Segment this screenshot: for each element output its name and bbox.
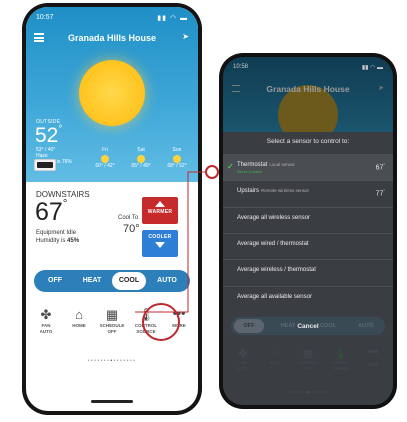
bottom-nav-dimmed: ✤ FAN AUTO ⌂ HOME ▦ SCHEDULE OFF 🌡 CONTR… <box>223 347 393 377</box>
page-indicator: ••••••••••••••• <box>287 389 329 394</box>
sensor-subtitle: Local sensor <box>269 162 295 167</box>
sensor-name: Thermostat <box>237 162 268 168</box>
home-icon: ⌂ <box>271 348 279 360</box>
nav-more: ••• MORE <box>359 347 387 369</box>
sensor-name: Upstairs <box>237 188 260 194</box>
sensor-name: Average all available sensor <box>237 294 312 300</box>
nav-home: ⌂ HOME <box>261 347 289 367</box>
sensor-subtitle: Remote wireless sensor <box>261 188 310 193</box>
sensor-option[interactable]: Average wired / thermostat <box>223 233 393 257</box>
callout-circle <box>205 165 219 179</box>
sensor-name: Average all wireless sensor <box>237 215 310 221</box>
more-icon: ••• <box>367 347 379 358</box>
callout-line <box>135 171 209 313</box>
status-time: 10:58 <box>233 64 249 70</box>
control-note: Set to Control <box>237 169 262 174</box>
sensor-name: Average wired / thermostat <box>237 241 309 247</box>
sensor-name: Average wireless / thermostat <box>237 267 316 273</box>
mode-off: OFF <box>234 319 264 333</box>
nav-schedule: ▦ SCHEDULE OFF <box>294 347 322 372</box>
mode-auto: AUTO <box>358 323 374 329</box>
house-title: Granada Hills House <box>266 84 350 94</box>
nav-more-label: MORE <box>367 363 379 367</box>
nav-schedule-label: SCHEDULE OFF <box>298 361 318 371</box>
nav-fan-label: FAN AUTO <box>237 361 249 371</box>
sensor-option-label: Upstairs Remote wireless sensor <box>237 188 309 194</box>
sensor-select-screen: 10:58 ▮▮ ◠ ▬ Granada Hills House ➤ Selec… <box>223 57 393 405</box>
thermometer-icon: 🌡 <box>334 348 348 360</box>
sensor-option[interactable]: Average all wireless sensor <box>223 207 393 231</box>
nav-home-label: HOME <box>269 361 281 365</box>
signal-wifi-battery-icon: ▮▮ ◠ ▬ <box>361 65 383 71</box>
location-arrow-icon: ➤ <box>378 85 384 92</box>
sensor-option-label: Thermostat Local sensor <box>237 162 295 168</box>
check-icon: ✓ <box>227 162 234 171</box>
nav-fan: ✤ FAN AUTO <box>229 347 257 372</box>
sheet-title: Select a sensor to control to: <box>266 138 350 145</box>
cancel-button[interactable]: Cancel <box>279 323 337 330</box>
calendar-icon: ▦ <box>302 348 314 360</box>
sensor-option[interactable]: Average wireless / thermostat <box>223 259 393 283</box>
fan-icon: ✤ <box>238 348 248 360</box>
sensor-option[interactable]: ✓ Thermostat Local sensor Set to Control … <box>223 154 393 180</box>
phone-sensor-select: 10:58 ▮▮ ◠ ▬ Granada Hills House ➤ Selec… <box>219 53 397 409</box>
sensor-option[interactable]: Upstairs Remote wireless sensor 77° <box>223 180 393 204</box>
sensor-temp: 77° <box>375 188 385 198</box>
sensor-option[interactable]: Average all available sensor <box>223 286 393 310</box>
nav-control-source-label: CONTROL SOURCE <box>332 361 350 371</box>
sensor-temp: 67° <box>375 162 385 172</box>
nav-control-source: 🌡 CONTROL SOURCE <box>327 347 355 372</box>
